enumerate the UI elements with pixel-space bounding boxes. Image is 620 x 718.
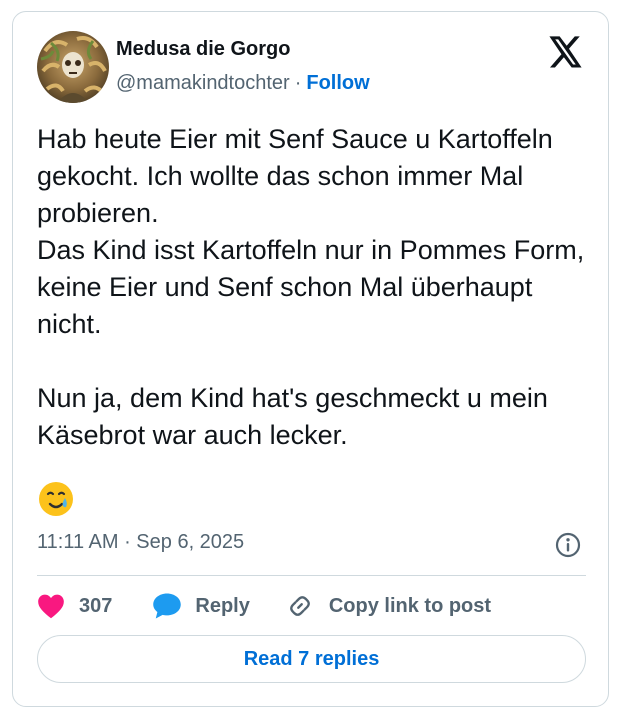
like-button[interactable]: 307	[37, 593, 152, 619]
tweet-paragraph: Nun ja, dem Kind hat's geschmeckt u mein…	[37, 383, 548, 450]
read-replies-button[interactable]: Read 7 replies	[37, 635, 586, 683]
author-handle[interactable]: @mamakindtochter	[116, 72, 290, 94]
tweet-text: Hab heute Eier mit Senf Sauce u Kartoffe…	[37, 121, 597, 454]
like-count: 307	[79, 594, 113, 617]
avatar[interactable]	[37, 31, 109, 103]
timestamp[interactable]: 11:11 AM · Sep 6, 2025	[37, 531, 244, 554]
speech-bubble-icon	[153, 593, 182, 619]
copy-link-button[interactable]: Copy link to post	[286, 592, 491, 620]
handle-separator: ·	[294, 72, 302, 94]
heart-icon	[38, 594, 64, 619]
reply-button[interactable]: Reply	[152, 592, 285, 620]
copy-link-label: Copy link to post	[328, 594, 492, 617]
smiling-face-with-tear-icon	[37, 480, 75, 518]
author-name[interactable]: Medusa die Gorgo	[116, 38, 290, 61]
reply-label: Reply	[195, 594, 250, 617]
handle-row: @mamakindtochter · Follow	[116, 72, 370, 95]
x-logo-icon[interactable]	[549, 36, 583, 68]
follow-button[interactable]: Follow	[306, 72, 369, 94]
action-bar: 307 Reply Copy link to post	[37, 587, 491, 625]
info-icon[interactable]	[554, 531, 582, 559]
tweet-paragraph: Das Kind isst Kartoffeln nur in Pommes F…	[37, 235, 585, 339]
link-icon	[289, 596, 310, 616]
tweet-card: Medusa die Gorgo @mamakindtochter · Follow…	[12, 11, 609, 707]
tweet-paragraph: Hab heute Eier mit Senf Sauce u Kartoffe…	[37, 124, 553, 228]
divider	[37, 575, 586, 576]
